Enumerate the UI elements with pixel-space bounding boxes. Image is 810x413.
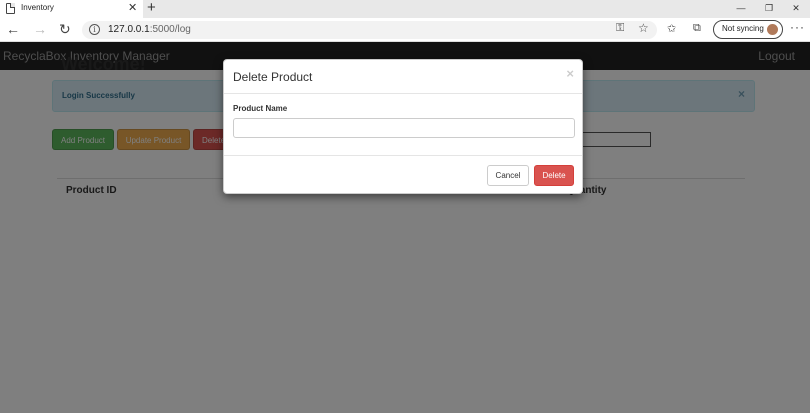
confirm-delete-button[interactable]: Delete <box>534 165 574 186</box>
refresh-icon[interactable]: ↻ <box>59 21 71 37</box>
browser-tab-bar: Inventory ✕ + — ❐ ✕ <box>0 0 810 18</box>
collections-icon[interactable]: ⧉ <box>693 22 701 35</box>
tab-close-icon[interactable]: ✕ <box>128 1 137 15</box>
modal-title: Delete Product <box>233 70 313 84</box>
browser-toolbar: ← → ↻ i 127.0.0.1:5000/log ⚿ ☆ ✩ ⧉ Not s… <box>0 18 810 42</box>
url-host: 127.0.0.1 <box>108 24 150 35</box>
address-bar[interactable]: i 127.0.0.1:5000/log ⚿ ☆ <box>82 21 657 39</box>
profile-avatar <box>766 23 779 36</box>
info-icon[interactable]: i <box>89 24 100 35</box>
browser-tab[interactable]: Inventory ✕ <box>0 0 143 18</box>
delete-product-modal: Delete Product × Product Name Cancel Del… <box>223 59 583 194</box>
modal-close-icon[interactable]: × <box>566 66 574 81</box>
star-icon[interactable]: ☆ <box>638 21 649 35</box>
minimize-icon[interactable]: — <box>727 0 755 18</box>
cancel-button[interactable]: Cancel <box>487 165 529 186</box>
tab-title: Inventory <box>21 3 54 12</box>
modal-header-divider <box>224 93 582 94</box>
url-text[interactable]: 127.0.0.1:5000/log <box>108 24 191 35</box>
restore-icon[interactable]: ❐ <box>755 0 783 18</box>
forward-icon[interactable]: → <box>33 21 47 37</box>
sync-label: Not syncing <box>722 24 764 33</box>
favorites-icon[interactable]: ✩ <box>667 22 676 35</box>
back-icon[interactable]: ← <box>6 21 20 37</box>
url-path: :5000/log <box>149 24 191 35</box>
product-name-input[interactable] <box>233 118 575 138</box>
window-close-icon[interactable]: ✕ <box>782 0 810 18</box>
new-tab-icon[interactable]: + <box>147 0 156 17</box>
page-icon <box>6 3 15 14</box>
profile-sync-button[interactable]: Not syncing <box>713 20 783 39</box>
key-icon[interactable]: ⚿ <box>616 22 624 35</box>
more-icon[interactable]: ··· <box>790 20 805 34</box>
product-name-label: Product Name <box>233 104 288 113</box>
modal-footer-divider <box>224 155 582 156</box>
